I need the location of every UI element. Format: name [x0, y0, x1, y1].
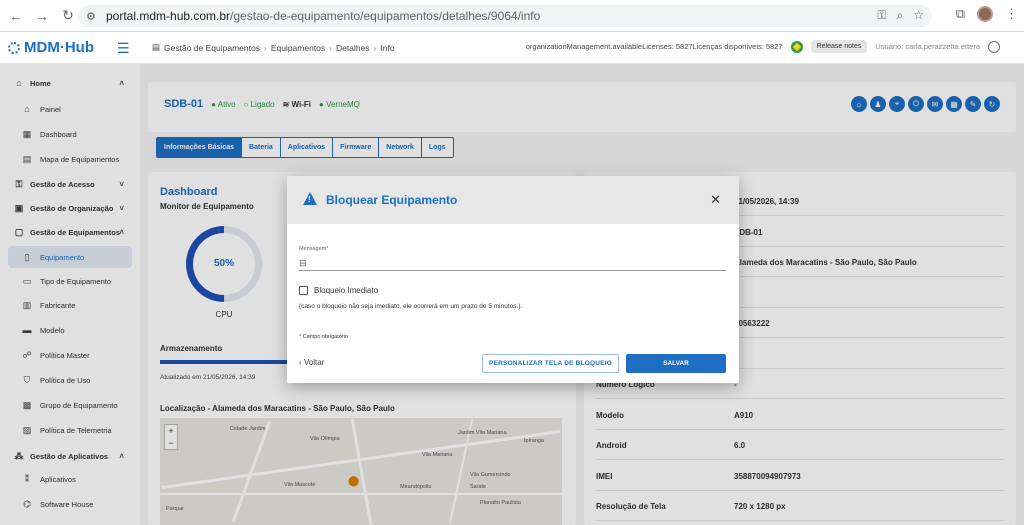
brazil-flag-icon[interactable] — [790, 40, 803, 53]
immediate-lock-note: (caso o bloqueio não seja imediato, ele … — [299, 303, 523, 310]
address-bar[interactable]: ⚙ portal.mdm-hub.com.br/gestao-de-equipa… — [78, 5, 932, 27]
star-icon[interactable]: ☆ — [913, 8, 924, 23]
licenses-text: organizationManagement.availableLicenses… — [525, 42, 783, 51]
user-name: Usuário: carla.perazzetta.ettera — [875, 42, 980, 51]
forward-arrow-icon[interactable]: → — [32, 6, 52, 26]
profile-avatar[interactable] — [977, 6, 993, 22]
url-path: /gestao-de-equipamento/equipamentos/deta… — [230, 9, 541, 23]
breadcrumb: ▤ Gestão de Equipamentos › Equipamentos › … — [152, 42, 395, 53]
breadcrumb-icon: ▤ — [152, 42, 161, 52]
reload-icon[interactable]: ↻ — [58, 6, 78, 26]
customize-lock-screen-button[interactable]: PERSONALIZAR TELA DE BLOQUEIO — [482, 354, 619, 373]
browser-toolbar: ← → ↻ ⚙ portal.mdm-hub.com.br/gestao-de-… — [0, 0, 1024, 32]
warning-icon: ! — [303, 192, 317, 205]
message-label: Mensagem* — [299, 246, 329, 252]
user-icon[interactable] — [988, 40, 1000, 53]
zoom-icon[interactable]: ⌕ — [897, 8, 904, 23]
release-notes-button[interactable]: Release notes — [810, 40, 868, 53]
logo-icon — [8, 41, 20, 54]
app-logo[interactable]: MDM·Hub — [8, 39, 94, 56]
save-button[interactable]: SALVAR — [626, 354, 726, 373]
url-host: portal.mdm-hub.com.br — [106, 9, 231, 23]
back-button[interactable]: ‹ Voltar — [299, 358, 324, 367]
extensions-icon[interactable]: ⧉ — [956, 6, 965, 22]
hamburger-menu-icon[interactable]: ☰ — [117, 40, 130, 57]
dialog-header: ! Bloquear Equipamento ✕ — [287, 176, 739, 224]
required-note: * Campo obrigatório — [299, 334, 348, 340]
message-input[interactable]: ⊟ — [299, 258, 726, 271]
close-icon[interactable]: ✕ — [710, 192, 721, 208]
lock-device-dialog: ! Bloquear Equipamento ✕ Mensagem* ⊟ Blo… — [287, 176, 739, 383]
breadcrumb-item[interactable]: Equipamentos — [271, 43, 325, 53]
site-info-icon[interactable]: ⚙ — [86, 10, 102, 23]
breadcrumb-item: Info — [380, 42, 395, 53]
more-menu-icon[interactable]: ⋮ — [1005, 6, 1018, 22]
breadcrumb-item[interactable]: Gestão de Equipamentos — [164, 43, 260, 53]
message-icon: ⊟ — [299, 258, 307, 268]
back-arrow-icon[interactable]: ← — [6, 6, 26, 26]
key-icon[interactable]: ⚿ — [877, 8, 886, 23]
breadcrumb-item[interactable]: Detalhes — [336, 43, 370, 53]
app-header: MDM·Hub ☰ ▤ Gestão de Equipamentos › Equi… — [0, 32, 1024, 64]
immediate-lock-label[interactable]: Bloqueio Imediato — [314, 286, 378, 295]
immediate-lock-checkbox[interactable] — [299, 286, 308, 295]
dialog-title: Bloquear Equipamento — [326, 193, 458, 207]
